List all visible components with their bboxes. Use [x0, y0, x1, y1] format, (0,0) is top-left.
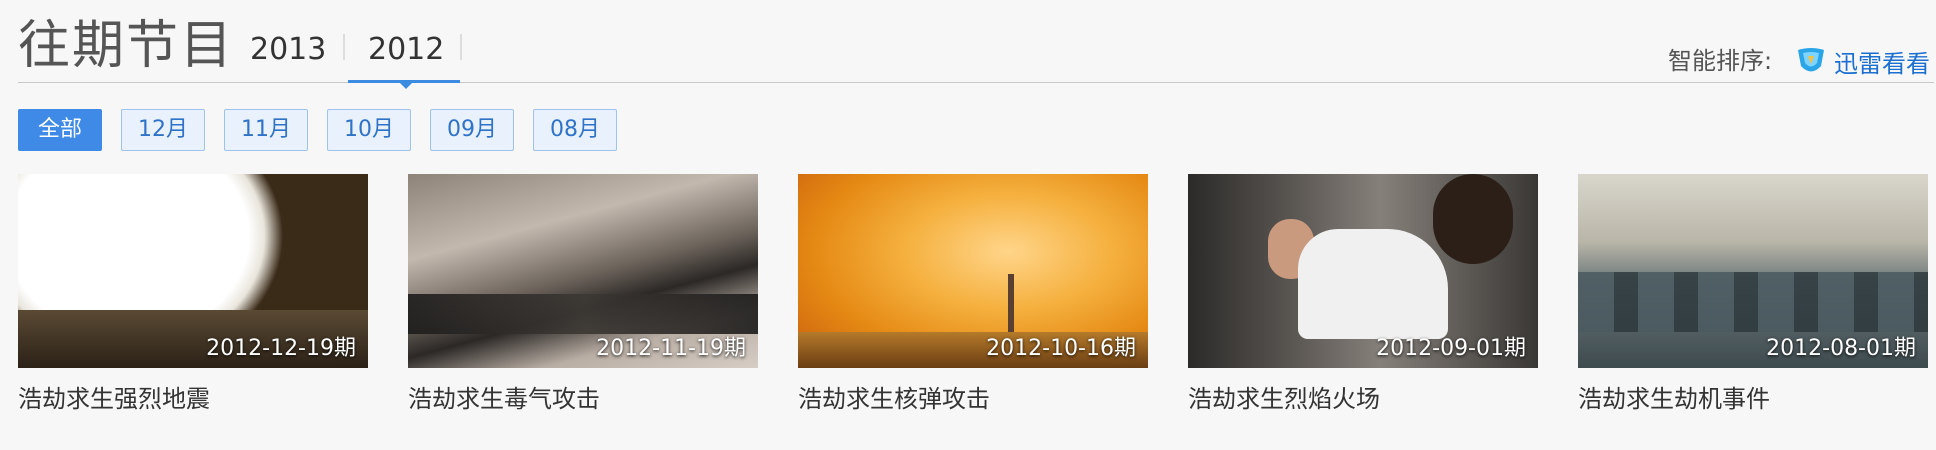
filter-oct-button[interactable]: 10月: [327, 109, 411, 151]
episode-thumbnail[interactable]: 2012-11-19期: [408, 174, 758, 368]
xunlei-link-label: 迅雷看看: [1834, 49, 1930, 78]
filter-dec-button[interactable]: 12月: [121, 109, 205, 151]
sort-xunlei-link[interactable]: 迅雷看看: [1794, 44, 1930, 78]
episode-date: 2012-08-01期: [1766, 336, 1916, 361]
year-tab-2013[interactable]: 2013: [250, 30, 326, 70]
tab-divider: [460, 34, 462, 60]
episode-date: 2012-11-19期: [596, 336, 746, 361]
xunlei-logo-icon: [1798, 48, 1824, 72]
episode-card[interactable]: 2012-08-01期 浩劫求生劫机事件: [1578, 174, 1928, 414]
episode-title[interactable]: 浩劫求生核弹攻击: [798, 384, 1148, 414]
sort-label: 智能排序:: [1668, 47, 1773, 75]
episode-card[interactable]: 2012-09-01期 浩劫求生烈焰火场: [1188, 174, 1538, 414]
episode-card[interactable]: 2012-11-19期 浩劫求生毒气攻击: [408, 174, 758, 414]
filter-sep-button[interactable]: 09月: [430, 109, 514, 151]
episode-title[interactable]: 浩劫求生强烈地震: [18, 384, 368, 414]
episode-thumbnail[interactable]: 2012-10-16期: [798, 174, 1148, 368]
episode-title[interactable]: 浩劫求生劫机事件: [1578, 384, 1928, 414]
episode-card[interactable]: 2012-10-16期 浩劫求生核弹攻击: [798, 174, 1148, 414]
episode-date: 2012-10-16期: [986, 336, 1136, 361]
tab-divider: [343, 34, 345, 60]
page-title: 往期节目: [18, 16, 235, 76]
filter-all-button[interactable]: 全部: [18, 109, 102, 151]
filter-aug-button[interactable]: 08月: [533, 109, 617, 151]
episode-date: 2012-09-01期: [1376, 336, 1526, 361]
month-filter-bar: 全部 12月 11月 10月 09月 08月: [18, 109, 617, 151]
year-tab-2012[interactable]: 2012: [368, 30, 444, 70]
active-tab-arrow: [400, 83, 412, 89]
filter-nov-button[interactable]: 11月: [224, 109, 308, 151]
episode-thumbnail[interactable]: 2012-12-19期: [18, 174, 368, 368]
episode-title[interactable]: 浩劫求生烈焰火场: [1188, 384, 1538, 414]
episode-date: 2012-12-19期: [206, 336, 356, 361]
header-divider: [18, 82, 1934, 83]
episode-thumbnail[interactable]: 2012-09-01期: [1188, 174, 1538, 368]
episode-title[interactable]: 浩劫求生毒气攻击: [408, 384, 758, 414]
episode-card[interactable]: 2012-12-19期 浩劫求生强烈地震: [18, 174, 368, 414]
episode-thumbnail[interactable]: 2012-08-01期: [1578, 174, 1928, 368]
